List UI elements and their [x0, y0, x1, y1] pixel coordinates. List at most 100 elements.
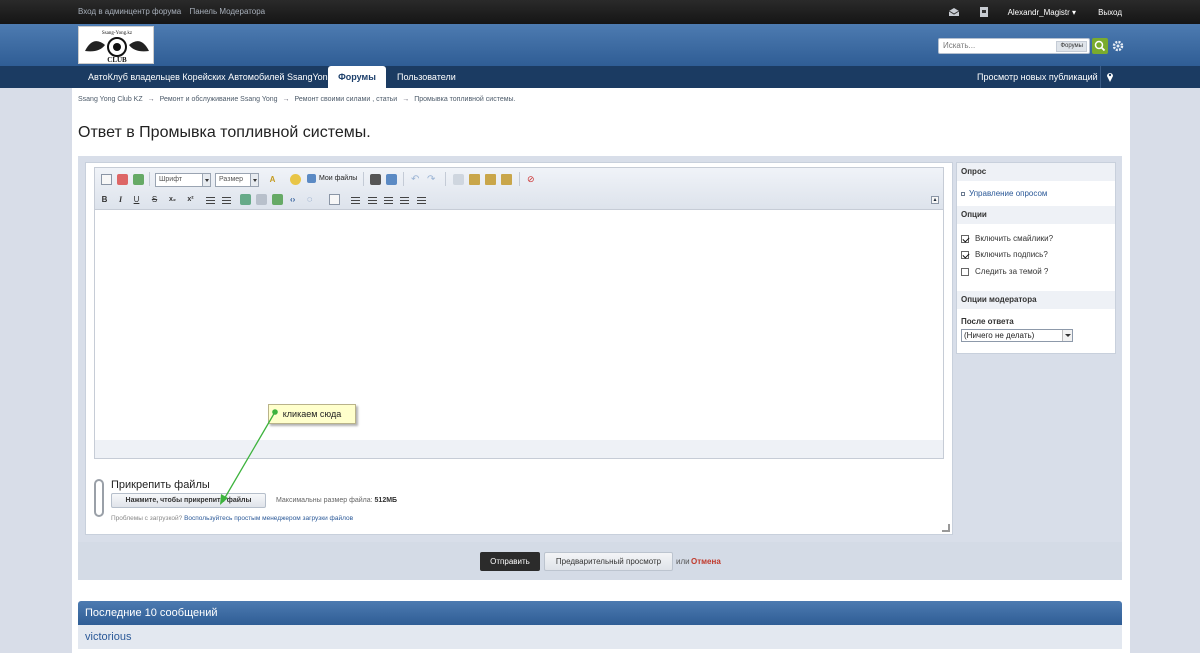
image-icon[interactable] [272, 194, 283, 205]
nav-item-forums[interactable]: Форумы [328, 66, 386, 88]
spoiler-icon[interactable] [329, 194, 340, 205]
rich-text-editor: Шрифт Размер A Мои файлы ↶ ↷ ⊘ B I U S x… [94, 167, 944, 459]
search-button[interactable] [1092, 38, 1108, 54]
cancel-link[interactable]: Отмена [691, 557, 721, 566]
subscript-button[interactable]: x₂ [167, 194, 178, 205]
user-menu[interactable]: Alexandr_Magistr ▾ [1008, 8, 1077, 17]
admin-cp-link[interactable]: Вход в админцентр форума [78, 7, 181, 16]
nav-item-club[interactable]: АвтоКлуб владельцев Корейских Автомобиле… [88, 66, 333, 88]
toolbar-separator [363, 172, 364, 186]
toolbar-separator [403, 172, 404, 186]
font-select[interactable]: Шрифт [155, 173, 211, 187]
emoticon-icon[interactable] [290, 174, 301, 185]
copy-icon[interactable] [469, 174, 480, 185]
link-icon[interactable] [240, 194, 251, 205]
align-right-icon[interactable] [400, 197, 409, 205]
spellcheck-icon[interactable] [386, 174, 397, 185]
superscript-button[interactable]: x² [185, 194, 196, 205]
after-reply-label: После ответа [961, 317, 1014, 326]
nav-item-new-content[interactable]: Просмотр новых публикаций [977, 66, 1098, 88]
bullet-list-icon[interactable] [206, 197, 215, 205]
toolbar-separator [149, 172, 150, 186]
my-files-button[interactable]: Мои файлы [319, 175, 357, 182]
cut-icon[interactable] [453, 174, 464, 185]
bold-button[interactable]: B [99, 194, 110, 205]
max-file-size-label: Максимальны размер файла: [276, 497, 373, 504]
preview-button[interactable]: Предварительный просмотр [544, 552, 673, 571]
code-icon[interactable]: ‹› [290, 194, 301, 205]
annotation-callout: кликаем сюда [268, 404, 356, 424]
recent-posts-header: Последние 10 сообщений [78, 601, 1122, 625]
top-links: Вход в админцентр форума Панель Модерато… [78, 7, 271, 16]
redo-icon[interactable]: ↷ [427, 174, 438, 185]
align-center-icon[interactable] [384, 197, 393, 205]
map-pin-icon[interactable] [1106, 71, 1114, 83]
breadcrumb-item[interactable]: Ремонт и обслуживание Ssang Yong [160, 96, 278, 103]
breadcrumb: Ssang Yong Club KZ → Ремонт и обслуживание… [78, 96, 516, 103]
undo-icon[interactable]: ↶ [411, 174, 422, 185]
find-icon[interactable]: ⊘ [527, 174, 538, 185]
align-justify-icon[interactable] [417, 197, 426, 205]
toolbar-separator [519, 172, 520, 186]
source-icon[interactable] [101, 174, 112, 185]
svg-text:Ssang-Yong.kz: Ssang-Yong.kz [102, 31, 133, 36]
logo-emblem-icon: Ssang-Yong.kz CLUB [85, 31, 149, 64]
search-input[interactable]: Искать... Форумы [938, 38, 1090, 54]
nav-item-users[interactable]: Пользователи [397, 66, 456, 88]
option-smilies[interactable]: Включить смайлики? [961, 234, 1053, 243]
recent-post-author[interactable]: victorious [78, 625, 1122, 649]
paste-text-icon[interactable] [501, 174, 512, 185]
arrow-right-icon: → [282, 96, 290, 103]
editor-textarea[interactable] [95, 210, 943, 440]
logout-link[interactable]: Выход [1098, 8, 1122, 17]
username-label: Alexandr_Magistr [1007, 7, 1070, 17]
poll-header: Опрос [957, 163, 1115, 181]
checkbox-checked-icon[interactable] [961, 250, 969, 259]
align-left-icon[interactable] [368, 197, 377, 205]
poll-manage-link[interactable]: Управление опросом [969, 189, 1047, 198]
resize-handle-icon[interactable] [942, 524, 950, 532]
editor-panel: Шрифт Размер A Мои файлы ↶ ↷ ⊘ B I U S x… [85, 162, 953, 535]
toolbar-collapse-icon[interactable]: ▴ [931, 196, 939, 204]
basic-uploader-link[interactable]: Воспользуйтесь простым менеджером загруз… [184, 515, 353, 522]
search-scope-button[interactable]: Форумы [1056, 41, 1087, 52]
unlink-icon[interactable] [256, 194, 267, 205]
gear-icon[interactable] [1112, 40, 1124, 52]
bullet-icon [961, 191, 965, 196]
my-files-icon[interactable] [307, 174, 316, 183]
mod-panel-link[interactable]: Панель Модератора [189, 7, 265, 16]
nav-separator [1100, 66, 1101, 88]
max-file-size: Максимальны размер файла: 512МБ [276, 497, 397, 504]
indent-icon[interactable] [351, 197, 360, 205]
insert-image-icon[interactable] [133, 174, 144, 185]
size-select[interactable]: Размер [215, 173, 259, 187]
remove-format-icon[interactable] [117, 174, 128, 185]
poll-manage-item[interactable]: Управление опросом [961, 189, 1047, 198]
paste-icon[interactable] [485, 174, 496, 185]
attach-files-button[interactable]: Нажмите, чтобы прикрепить файлы [111, 493, 266, 508]
inbox-icon[interactable] [948, 7, 960, 17]
attach-files-section: Прикрепить файлы Нажмите, чтобы прикрепи… [94, 473, 694, 533]
paperclip-icon [94, 479, 104, 517]
submit-button[interactable]: Отправить [480, 552, 540, 571]
underline-button[interactable]: U [131, 194, 142, 205]
checkbox-checked-icon[interactable] [961, 234, 969, 243]
quote-icon[interactable]: ◌ [307, 194, 318, 205]
reply-form: Шрифт Размер A Мои файлы ↶ ↷ ⊘ B I U S x… [78, 156, 1122, 542]
option-follow[interactable]: Следить за темой ? [961, 267, 1048, 276]
main-content: Ssang Yong Club KZ → Ремонт и обслуживание… [72, 88, 1130, 653]
breadcrumb-item[interactable]: Ремонт своими силами , статьи [295, 96, 398, 103]
notifications-icon[interactable] [978, 7, 990, 17]
breadcrumb-item[interactable]: Ssang Yong Club KZ [78, 96, 143, 103]
numbered-list-icon[interactable] [222, 197, 231, 205]
option-signature[interactable]: Включить подпись? [961, 250, 1048, 259]
checkbox-unchecked-icon[interactable] [961, 267, 969, 276]
site-logo[interactable]: Ssang-Yong.kz CLUB [78, 26, 154, 64]
breadcrumb-item[interactable]: Промывка топливной системы. [414, 96, 515, 103]
arrow-right-icon: → [147, 96, 155, 103]
italic-button[interactable]: I [115, 194, 126, 205]
strikethrough-button[interactable]: S [149, 194, 160, 205]
table-icon[interactable] [370, 174, 381, 185]
after-reply-select[interactable]: (Ничего не делать) [961, 329, 1073, 342]
text-color-icon[interactable]: A [267, 174, 278, 185]
